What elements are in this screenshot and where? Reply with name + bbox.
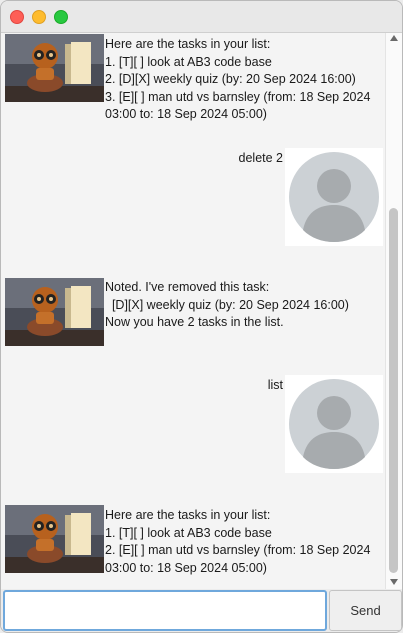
scrollbar-thumb[interactable] [389,208,398,573]
bot-avatar [5,34,104,102]
close-window-icon[interactable] [10,9,24,24]
bot-avatar [5,505,104,573]
bot-avatar [5,278,104,346]
message-input[interactable] [3,590,327,631]
send-button[interactable]: Send [329,590,402,631]
robot-avatar-icon [5,34,104,102]
default-user-icon [285,375,383,473]
title-bar [1,1,402,33]
user-message-text: delete 2 [238,151,283,165]
robot-avatar-icon [5,505,104,573]
scroll-down-arrow-icon[interactable] [390,579,398,585]
bot-message-text: Here are the tasks in your list: 1. [T][ … [105,508,371,575]
default-user-icon [285,148,383,246]
user-avatar [285,375,383,473]
scroll-up-arrow-icon[interactable] [390,35,398,41]
bot-message-text: Here are the tasks in your list: 1. [T][ … [105,37,371,121]
vertical-scrollbar[interactable] [385,33,402,589]
robot-avatar-icon [5,278,104,346]
bot-message-text: Noted. I've removed this task: [D][X] we… [105,280,349,329]
zoom-window-icon[interactable] [54,9,68,24]
user-avatar [285,148,383,246]
app-window: Here are the tasks in your list: 1. [T][ … [0,0,403,633]
minimize-window-icon[interactable] [32,9,46,24]
user-message-text: list [267,378,283,392]
input-bar: Send [1,589,402,632]
chat-scroll-pane[interactable]: Here are the tasks in your list: 1. [T][ … [1,33,387,589]
